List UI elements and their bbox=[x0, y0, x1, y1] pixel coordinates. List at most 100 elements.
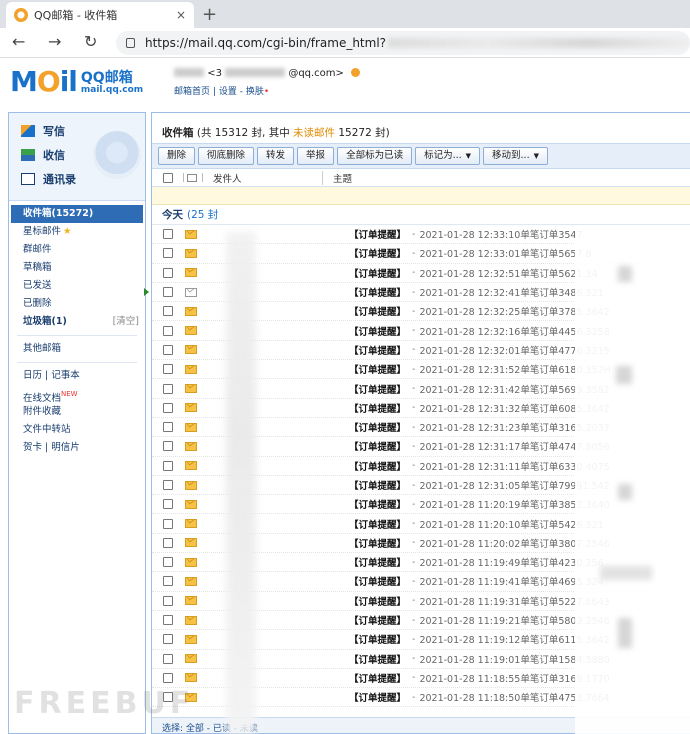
row-subject-tag: 【订单提醒】 bbox=[349, 268, 407, 280]
address-url: https://mail.qq.com/cgi-bin/frame_html? bbox=[145, 36, 387, 50]
row-checkbox[interactable] bbox=[163, 576, 173, 587]
row-checkbox[interactable] bbox=[163, 557, 173, 568]
row-separator: - bbox=[412, 421, 416, 433]
row-separator: - bbox=[412, 402, 416, 414]
browser-tab[interactable]: QQ邮箱 - 收件箱 × bbox=[6, 2, 194, 28]
logo-mail-text: MOil bbox=[10, 65, 78, 98]
row-subject-tag: 【订单提醒】 bbox=[349, 384, 407, 396]
select-all-checkbox[interactable] bbox=[163, 172, 173, 183]
row-separator: - bbox=[412, 518, 416, 530]
report-button[interactable]: 举报 bbox=[297, 147, 335, 165]
row-checkbox[interactable] bbox=[163, 325, 173, 336]
row-checkbox[interactable] bbox=[163, 537, 173, 548]
mark-as-dropdown[interactable]: 标记为... ▼ bbox=[415, 147, 481, 165]
forward-arrow-icon[interactable]: → bbox=[48, 32, 61, 51]
read-envelope-icon bbox=[185, 287, 197, 297]
row-checkbox[interactable] bbox=[163, 480, 173, 490]
contacts-button[interactable]: 通讯录 bbox=[21, 171, 76, 187]
row-separator: - bbox=[412, 498, 416, 510]
row-subject-tag: 【订单提醒】 bbox=[349, 423, 407, 435]
row-checkbox[interactable] bbox=[163, 402, 173, 413]
folder-group[interactable]: 群邮件 bbox=[9, 241, 145, 259]
folder-drafts[interactable]: 草稿箱 bbox=[9, 259, 145, 277]
close-tab-icon[interactable]: × bbox=[176, 8, 186, 22]
link-calendar[interactable]: 日历 bbox=[23, 370, 42, 381]
folder-other-mailbox[interactable]: 其他邮箱 bbox=[9, 340, 145, 358]
row-checkbox[interactable] bbox=[163, 267, 173, 278]
row-subject-text: 2021-01-28 12:33:10单笔订单3547. bbox=[419, 230, 586, 242]
row-checkbox[interactable] bbox=[163, 672, 173, 683]
row-checkbox[interactable] bbox=[163, 518, 173, 529]
row-checkbox[interactable] bbox=[163, 248, 173, 259]
row-subject-text: 2021-01-28 12:33:01单笔订单5657.8 bbox=[419, 249, 592, 261]
permanent-delete-button[interactable]: 彻底删除 bbox=[198, 147, 255, 165]
unread-envelope-icon bbox=[185, 306, 197, 316]
link-cards[interactable]: 贺卡 bbox=[23, 442, 42, 453]
row-checkbox[interactable] bbox=[163, 653, 173, 664]
qq-penguin-icon bbox=[93, 131, 141, 179]
folder-spam[interactable]: 垃圾箱(1) [清空] bbox=[9, 313, 145, 331]
unread-envelope-icon bbox=[185, 384, 197, 394]
row-checkbox[interactable] bbox=[163, 460, 173, 471]
unread-envelope-icon bbox=[185, 538, 197, 548]
row-checkbox[interactable] bbox=[163, 306, 173, 317]
empty-spam-link[interactable]: [清空] bbox=[113, 313, 139, 331]
row-checkbox[interactable] bbox=[163, 615, 173, 626]
row-separator: - bbox=[412, 286, 416, 298]
move-to-dropdown[interactable]: 移动到... ▼ bbox=[483, 147, 548, 165]
row-checkbox[interactable] bbox=[163, 229, 173, 240]
column-subject[interactable]: 主题 bbox=[333, 171, 352, 185]
left-sidebar: 写信 收信 通讯录 收件箱(15272) 星标邮件 ★ 群邮件 草稿箱 已发送 已… bbox=[8, 112, 146, 734]
folder-deleted[interactable]: 已删除 bbox=[9, 295, 145, 313]
link-notes[interactable]: 记事本 bbox=[51, 370, 80, 381]
column-sender[interactable]: 发件人 bbox=[213, 170, 323, 185]
link-file-transfer[interactable]: 文件中转站 bbox=[9, 421, 145, 439]
link-postcards[interactable]: 明信片 bbox=[51, 442, 80, 453]
row-subject-tag: 【订单提醒】 bbox=[349, 635, 407, 647]
unread-link[interactable]: 未读邮件 bbox=[293, 127, 335, 139]
row-checkbox[interactable] bbox=[163, 383, 173, 394]
unread-envelope-icon bbox=[185, 557, 197, 567]
email-redaction bbox=[225, 68, 286, 77]
row-checkbox[interactable] bbox=[163, 634, 173, 645]
delete-button[interactable]: 删除 bbox=[158, 147, 196, 165]
row-separator: - bbox=[412, 614, 416, 626]
row-separator: - bbox=[412, 479, 416, 491]
row-checkbox[interactable] bbox=[163, 364, 173, 375]
link-online-docs[interactable]: 在线文档NEW bbox=[9, 385, 145, 404]
row-checkbox[interactable] bbox=[163, 595, 173, 606]
folder-sent[interactable]: 已发送 bbox=[9, 277, 145, 295]
row-checkbox[interactable] bbox=[163, 441, 173, 452]
row-separator: - bbox=[412, 325, 416, 337]
unread-envelope-icon bbox=[185, 326, 197, 336]
row-checkbox[interactable] bbox=[163, 499, 173, 510]
row-subject-tag: 【订单提醒】 bbox=[349, 442, 407, 454]
unread-envelope-icon bbox=[185, 441, 197, 451]
reload-icon[interactable]: ↻ bbox=[84, 32, 97, 51]
forward-button[interactable]: 转发 bbox=[257, 147, 295, 165]
row-subject-tag: 【订单提醒】 bbox=[349, 403, 407, 415]
receive-button[interactable]: 收信 bbox=[21, 147, 65, 163]
inbox-title: 收件箱 (共 15312 封, 其中 未读邮件 15272 封) bbox=[162, 127, 390, 139]
row-checkbox[interactable] bbox=[163, 287, 173, 298]
link-settings[interactable]: 设置 bbox=[219, 87, 237, 97]
compose-button[interactable]: 写信 bbox=[21, 123, 65, 139]
row-subject-tag: 【订单提醒】 bbox=[349, 538, 407, 550]
unread-envelope-icon bbox=[185, 268, 197, 278]
row-subject-text: 2021-01-28 12:32:51单笔订单5621.34 bbox=[419, 268, 598, 280]
new-tab-button[interactable]: + bbox=[202, 4, 217, 25]
link-switch-skin[interactable]: 换肤 bbox=[246, 87, 264, 97]
folder-inbox[interactable]: 收件箱(15272) bbox=[11, 205, 143, 223]
unread-envelope-icon bbox=[185, 248, 197, 258]
folder-starred[interactable]: 星标邮件 ★ bbox=[9, 223, 145, 241]
mark-all-read-button[interactable]: 全部标为已读 bbox=[337, 147, 413, 165]
mail-header: MOil QQ邮箱 mail.qq.com <3 @qq.com> 邮箱首页 |… bbox=[0, 58, 690, 110]
link-attachment-favorites[interactable]: 附件收藏 bbox=[9, 403, 145, 421]
address-bar[interactable]: https://mail.qq.com/cgi-bin/frame_html? bbox=[116, 31, 690, 55]
row-checkbox[interactable] bbox=[163, 422, 173, 433]
back-arrow-icon[interactable]: ← bbox=[12, 32, 25, 51]
link-mail-home[interactable]: 邮箱首页 bbox=[174, 87, 210, 97]
qqmail-logo[interactable]: MOil QQ邮箱 mail.qq.com bbox=[10, 68, 143, 96]
row-checkbox[interactable] bbox=[163, 344, 173, 355]
row-separator: - bbox=[412, 267, 416, 279]
